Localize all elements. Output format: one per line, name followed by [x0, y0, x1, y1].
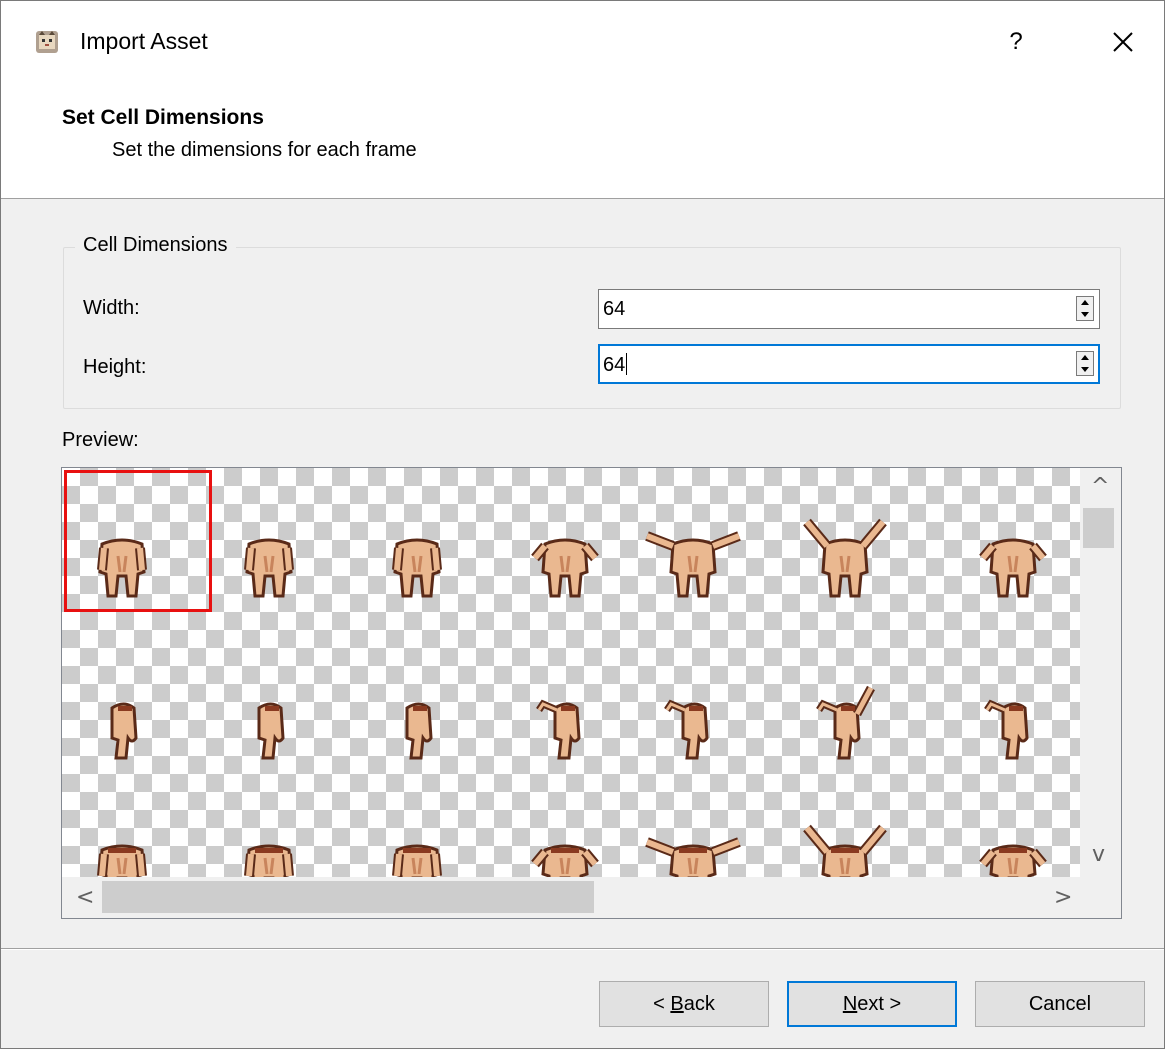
- back-prefix: <: [653, 992, 671, 1015]
- text-caret: [626, 353, 628, 375]
- scroll-up-icon[interactable]: ^: [1091, 474, 1109, 499]
- sprite-frame-12: [816, 685, 875, 760]
- height-value: 64: [603, 354, 626, 376]
- width-stepper: [1076, 296, 1094, 321]
- height-spinbox[interactable]: 64: [598, 344, 1100, 384]
- cancel-button[interactable]: Cancel: [975, 981, 1145, 1027]
- next-rest: ext >: [857, 992, 902, 1015]
- scrollbar-corner: [1080, 877, 1121, 918]
- sprite-frame-10: [536, 699, 581, 760]
- width-decrement-button[interactable]: [1077, 309, 1093, 321]
- sprite-sheet-canvas[interactable]: [62, 468, 1080, 877]
- sprite-frame-11: [664, 699, 709, 760]
- sprite-frame-15: [244, 844, 294, 877]
- vertical-scrollbar[interactable]: ^ v: [1080, 468, 1121, 877]
- back-mnemonic: B: [670, 992, 684, 1015]
- back-button[interactable]: < Back: [599, 981, 769, 1027]
- sprite-frame-17: [531, 844, 599, 877]
- height-increment-button[interactable]: [1077, 352, 1093, 364]
- wizard-header: Set Cell Dimensions Set the dimensions f…: [1, 89, 1164, 199]
- preview-label: Preview:: [62, 429, 139, 451]
- window-title: Import Asset: [80, 28, 208, 54]
- sprite-frame-5: [803, 518, 887, 598]
- scroll-right-icon[interactable]: >: [1054, 885, 1072, 910]
- height-value-wrap[interactable]: 64: [603, 353, 628, 377]
- sprite-frame-9: [405, 702, 433, 760]
- sprite-frame-6: [979, 538, 1047, 598]
- sprite-frame-13: [984, 699, 1029, 760]
- sprite-frame-3: [531, 538, 599, 598]
- height-label: Height:: [83, 356, 147, 378]
- scroll-down-icon[interactable]: v: [1092, 842, 1105, 867]
- sprite-frame-18: [645, 837, 741, 877]
- next-button[interactable]: Next >: [787, 981, 957, 1027]
- cat-app-icon: [36, 31, 58, 53]
- horizontal-scroll-thumb[interactable]: [102, 881, 594, 913]
- height-decrement-button[interactable]: [1077, 364, 1093, 376]
- footer-divider: [1, 948, 1164, 950]
- close-icon[interactable]: [1106, 23, 1140, 61]
- sprite-frame-1: [244, 538, 294, 598]
- height-stepper: [1076, 351, 1094, 376]
- vertical-scroll-thumb[interactable]: [1083, 508, 1114, 548]
- horizontal-scrollbar[interactable]: < >: [62, 877, 1080, 918]
- preview-area[interactable]: ^ v < >: [61, 467, 1122, 919]
- cell-dimensions-legend: Cell Dimensions: [75, 234, 236, 257]
- title-bar: Import Asset ?: [1, 1, 1164, 89]
- scroll-left-icon[interactable]: <: [76, 885, 94, 910]
- help-button[interactable]: ?: [1001, 25, 1031, 59]
- sprite-frame-20: [979, 844, 1047, 877]
- sprite-frame-7: [110, 702, 138, 760]
- sprite-frame-2: [392, 538, 442, 598]
- import-asset-dialog: Import Asset ? Set Cell Dimensions Set t…: [0, 0, 1165, 1049]
- sprite-frame-16: [392, 844, 442, 877]
- sprite-frame-4: [645, 531, 741, 598]
- next-mnemonic: N: [842, 992, 858, 1015]
- width-label: Width:: [83, 297, 140, 319]
- width-increment-button[interactable]: [1077, 297, 1093, 309]
- width-spinbox[interactable]: 64: [598, 289, 1100, 329]
- sprite-frame-19: [803, 824, 887, 877]
- selected-cell-frame: [64, 470, 212, 612]
- back-rest: ack: [683, 992, 715, 1015]
- width-value[interactable]: 64: [603, 298, 625, 321]
- page-subtitle: Set the dimensions for each frame: [112, 139, 417, 161]
- page-title: Set Cell Dimensions: [62, 106, 264, 129]
- sprite-frame-8: [257, 702, 285, 760]
- sprite-frame-14: [97, 844, 147, 877]
